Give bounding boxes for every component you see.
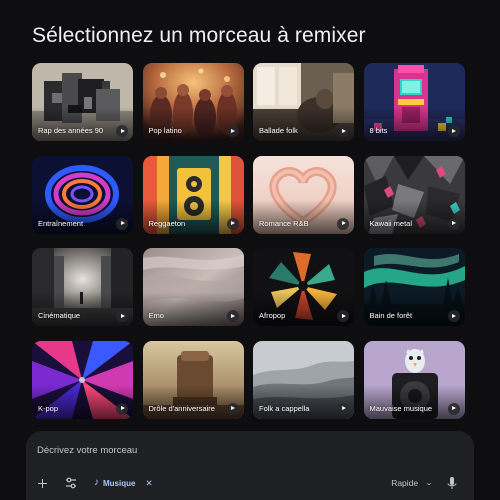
composer-toolbar: ♪ Musique ✕ Rapide ⌄: [26, 474, 474, 492]
play-icon[interactable]: [447, 402, 460, 415]
tile-label: Afropop: [259, 311, 286, 320]
music-chip[interactable]: ♪ Musique ✕: [90, 475, 157, 491]
play-icon[interactable]: [447, 125, 460, 137]
track-tile-pop-latino[interactable]: Pop latino: [142, 63, 244, 141]
track-tile-kawaii-metal[interactable]: Kawaii metal: [363, 155, 465, 234]
track-grid: Rap des années 90 Pop latino Ballade fol…: [32, 63, 465, 419]
track-tile-mauvaise-musique[interactable]: Mauvaise musique: [363, 340, 465, 419]
tile-label: Drôle d'anniversaire: [148, 403, 215, 413]
mode-selector[interactable]: Rapide ⌄: [391, 475, 433, 491]
tile-label: Bain de forêt: [369, 311, 413, 320]
plus-icon[interactable]: [35, 474, 51, 492]
music-note-icon: ♪: [94, 477, 99, 488]
remix-page: Sélectionnez un morceau à remixer Rap de…: [0, 0, 500, 500]
tile-label: Ballade folk: [259, 126, 298, 135]
chevron-down-icon: ⌄: [425, 480, 433, 487]
play-icon[interactable]: [226, 125, 239, 137]
track-tile-bain-de-foret[interactable]: Bain de forêt: [363, 248, 465, 326]
tile-label: Cinématique: [38, 311, 81, 320]
play-icon[interactable]: [337, 217, 349, 230]
tile-shade: [142, 292, 244, 326]
tile-label: Folk a cappella: [259, 403, 310, 413]
track-tile-entrainement[interactable]: Entraînement: [32, 155, 133, 234]
prompt-composer: Décrivez votre morceau ♪ Musique ✕ Rapid…: [26, 431, 474, 500]
mic-icon[interactable]: [444, 474, 460, 492]
play-icon[interactable]: [226, 217, 239, 230]
track-tile-folk-a-cappella[interactable]: Folk a cappella: [253, 340, 354, 419]
tile-shade: [363, 107, 465, 141]
track-tile-8-bits[interactable]: 8 bits: [363, 63, 465, 141]
play-icon[interactable]: [116, 310, 128, 322]
track-tile-cinematique[interactable]: Cinématique: [32, 248, 133, 326]
play-icon[interactable]: [226, 310, 239, 322]
play-icon[interactable]: [337, 402, 349, 415]
track-tile-reggaeton[interactable]: Reggaeton: [142, 155, 244, 234]
track-tile-drole-anniversaire[interactable]: Drôle d'anniversaire: [142, 340, 244, 419]
track-tile-ballade-folk[interactable]: Ballade folk: [253, 63, 354, 141]
mode-label: Rapide: [391, 478, 419, 488]
track-tile-romance-rnb[interactable]: Romance R&B: [253, 155, 354, 234]
tile-label: Rap des années 90: [38, 126, 104, 135]
tile-label: Mauvaise musique: [369, 403, 433, 413]
tile-label: Emo: [148, 311, 164, 320]
tile-shade: [142, 107, 244, 141]
track-tile-emo[interactable]: Emo: [142, 248, 244, 326]
play-icon[interactable]: [447, 217, 460, 230]
play-icon[interactable]: [116, 217, 128, 230]
tile-label: Romance R&B: [259, 218, 309, 228]
prompt-input[interactable]: Décrivez votre morceau: [37, 445, 137, 456]
tile-label: Entraînement: [38, 218, 84, 228]
play-icon[interactable]: [226, 402, 239, 415]
play-icon[interactable]: [337, 310, 349, 322]
tile-shade: [363, 292, 465, 326]
track-tile-rap-90s[interactable]: Rap des années 90: [32, 63, 133, 141]
track-tile-afropop[interactable]: Afropop: [253, 248, 354, 326]
page-title: Sélectionnez un morceau à remixer: [32, 24, 366, 47]
tile-label: Kawaii metal: [369, 218, 413, 228]
tile-label: K-pop: [38, 403, 59, 413]
track-tile-k-pop[interactable]: K-pop: [32, 340, 133, 419]
play-icon[interactable]: [337, 125, 349, 137]
tile-label: Reggaeton: [148, 218, 186, 228]
play-icon[interactable]: [116, 125, 128, 137]
tile-label: 8 bits: [369, 126, 388, 135]
tile-label: Pop latino: [148, 126, 182, 135]
play-icon[interactable]: [116, 402, 128, 415]
close-icon[interactable]: ✕: [145, 478, 152, 489]
tune-icon[interactable]: [63, 474, 79, 492]
play-icon[interactable]: [447, 310, 460, 322]
chip-label: Musique: [103, 478, 136, 488]
